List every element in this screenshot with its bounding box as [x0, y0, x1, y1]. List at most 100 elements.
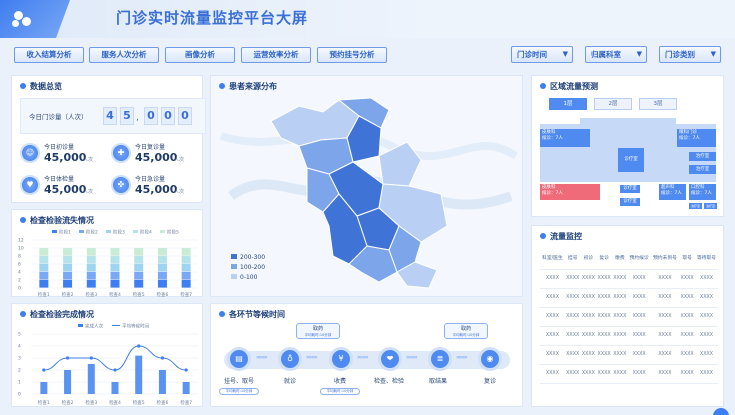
table-cell: XXXX [694, 326, 718, 346]
chevron-down-icon: ▼ [636, 50, 642, 58]
table-cell: XXXX [596, 326, 612, 346]
bar-segment [63, 248, 73, 256]
bar [40, 382, 48, 394]
table-cell: XXXX [580, 288, 597, 308]
legend-label: 阶段4 [140, 229, 152, 236]
service-count-button[interactable]: 服务人次分析 [89, 47, 159, 63]
table-cell: XXXX [611, 345, 628, 365]
digit: 4 [103, 107, 117, 125]
legend-swatch [52, 230, 57, 233]
legend-label: 阶段1 [59, 229, 71, 236]
flow-monitor-table: 科室/医生 挂号 初诊 复诊 缴费 预约候诊 预约未到号 取号 等待取号 XXXX XXXX XXX… [540, 247, 718, 384]
bar-segment [86, 272, 96, 280]
stethoscope-icon: ♁ [278, 347, 302, 371]
bar-segment [63, 272, 73, 280]
room-therapy[interactable]: 治疗室 [689, 152, 716, 161]
x-tick: 检查1 [38, 399, 50, 406]
y-tick: 12 [18, 238, 24, 244]
completion-chart: 完成人次 平均等候时间 5 4 3 2 1 0 检查1 检查2 检查3 检查4 检查5 检查6 检查7 [18, 323, 198, 406]
line-point [89, 356, 93, 360]
legend-label: 完成人次 [85, 323, 103, 330]
appointment-analysis-button[interactable]: 预约挂号分析 [317, 47, 387, 63]
tab-floor-2[interactable]: 2层 [594, 98, 632, 110]
line-point [42, 368, 46, 372]
help-button[interactable] [713, 408, 729, 415]
checkup-stat: ♥ 今日体检量 45,000 人次 [20, 172, 110, 200]
bar [111, 382, 119, 394]
y-tick: 10 [18, 246, 24, 252]
table-cell: XXXX [627, 345, 651, 365]
portrait-analysis-button[interactable]: 画像分析 [165, 47, 235, 63]
legend-label: 平均等候时间 [122, 323, 149, 330]
table-cell: XXXX [694, 307, 718, 327]
room-treatment[interactable]: 诊疗室 [618, 148, 644, 172]
bar-segment [39, 256, 49, 264]
table-cell: XXXX [540, 326, 565, 346]
table-cell: XXXX [611, 326, 628, 346]
efficiency-analysis-button[interactable]: 运营效率分析 [241, 47, 311, 63]
bar-segment [110, 248, 120, 256]
bar [182, 382, 190, 394]
x-tick: 检查3 [85, 291, 97, 298]
table-cell: XXXX [650, 326, 680, 346]
x-tick: 检查4 [109, 399, 121, 406]
x-tick: 检查7 [180, 399, 192, 406]
room-dermatology[interactable]: 皮肤科 候诊：7人 [540, 129, 590, 147]
room-therapy[interactable]: 治疗室 [689, 165, 716, 174]
table-cell: XXXX [679, 307, 695, 327]
bar-segment [110, 280, 120, 288]
room-dermatology-alert[interactable]: 皮肤科 候诊：7人 [540, 184, 600, 200]
loss-title: 检查检验流失情况 [20, 215, 94, 226]
department-select[interactable]: 归属科室 ▼ [585, 46, 647, 63]
legend-label: 阶段3 [113, 229, 125, 236]
bar-segment [63, 256, 73, 264]
table-cell: XXXX [596, 345, 612, 365]
table-cell: XXXX [540, 364, 565, 384]
y-tick: 2 [18, 278, 21, 284]
line-point [113, 368, 117, 372]
legend-label: 阶段5 [167, 229, 179, 236]
page-title: 门诊实时流量监控平台大屏 [116, 9, 309, 27]
bar-segment [86, 256, 96, 264]
table-header: 预约候诊 [627, 247, 651, 270]
emergency-stat: ✜ 今日急诊量 45,000 人次 [111, 172, 201, 200]
legend-swatch [160, 230, 165, 233]
waiting-title: 各环节等候时间 [219, 309, 285, 320]
tab-floor-1[interactable]: 1层 [549, 98, 587, 110]
room-ultrasound[interactable]: 超声科 候诊：7人 [659, 184, 686, 200]
loss-chart: 阶段1 阶段2 阶段3 阶段4 阶段5 12 10 8 6 4 2 0 检查1 检查2 检查3 检查4 检查5 检… [18, 229, 198, 298]
table-header: 复诊 [596, 247, 612, 270]
x-tick: 检查6 [156, 399, 168, 406]
room-therapy[interactable]: 治疗室 [689, 203, 702, 209]
room-ophthalmology[interactable]: 眼科门诊 候诊：7人 [677, 129, 716, 147]
table-cell: XXXX [540, 288, 565, 308]
table-cell: XXXX [564, 269, 581, 289]
bar [64, 370, 72, 394]
digit: 0 [144, 107, 158, 125]
clinic-time-select[interactable]: 门诊时间 ▼ [511, 46, 573, 63]
table-cell: XXXX [694, 364, 718, 384]
tab-floor-3[interactable]: 3层 [639, 98, 677, 110]
table-cell: XXXX [650, 307, 680, 327]
bar [135, 355, 143, 394]
bar-segment [39, 264, 49, 272]
report-icon: ≣ [428, 347, 452, 371]
y-tick: 5 [18, 332, 21, 338]
legend-swatch [231, 274, 237, 279]
room-dental[interactable]: 口腔科 候诊：7人 [689, 184, 716, 200]
bar-segment [157, 272, 167, 280]
bar-segment [86, 264, 96, 272]
room-treatment[interactable]: 诊疗室 [620, 185, 640, 193]
clinic-type-select[interactable]: 门诊类别 ▼ [659, 46, 721, 63]
y-tick: 6 [18, 262, 21, 268]
logo [0, 0, 70, 38]
room-therapy[interactable]: 治疗室 [704, 203, 717, 209]
bar-segment [110, 272, 120, 280]
table-row: XXXX XXXX XXXX XXXX XXXX XXXX XXXX XXXX XXXX [540, 326, 718, 346]
table-cell: XXXX [540, 269, 565, 289]
income-analysis-button[interactable]: 收入结算分析 [14, 47, 84, 63]
table-cell: XXXX [564, 364, 581, 384]
room-treatment[interactable]: 诊疗室 [620, 198, 640, 206]
table-cell: XXXX [596, 269, 612, 289]
table-cell: XXXX [650, 364, 680, 384]
